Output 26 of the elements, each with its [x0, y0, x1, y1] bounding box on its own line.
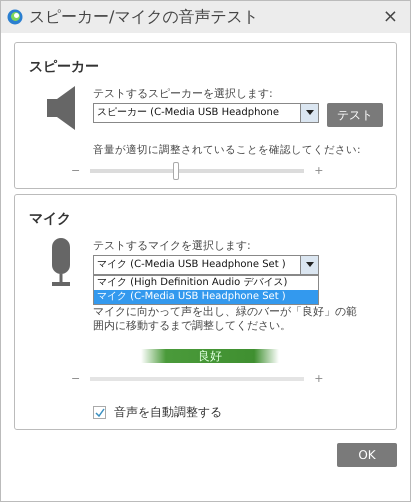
ok-button[interactable]: OK: [337, 443, 397, 468]
caret-icon: [306, 110, 314, 115]
dropdown-option[interactable]: マイク (High Definition Audio デバイス): [94, 276, 318, 290]
microphone-icon: [50, 238, 72, 288]
plus-sign: +: [314, 370, 324, 387]
caret-icon: [306, 262, 314, 268]
window-title: スピーカー/マイクの音声テスト: [29, 6, 260, 28]
checkbox[interactable]: [93, 406, 106, 419]
select-label: テストするマイクを選択します:: [93, 238, 252, 254]
section-heading: マイク: [29, 210, 72, 230]
instructions-text: マイクに向かって声を出し、緑のバーが「良好」の範囲内に移動するまで調整してください。: [93, 304, 358, 333]
close-button[interactable]: ×: [378, 8, 402, 26]
slider-thumb[interactable]: [172, 162, 179, 180]
plus-sign: +: [314, 163, 324, 179]
level-meter: 良好: [141, 348, 279, 363]
checkbox-label: 音声を自動調整する: [114, 404, 222, 422]
test-button[interactable]: テスト: [327, 102, 383, 126]
select-label: テストするスピーカーを選択します:: [93, 86, 274, 102]
minus-sign: −: [71, 370, 80, 387]
speaker-select[interactable]: スピーカー (C-Media USB Headphone: [93, 102, 319, 122]
app-icon: [7, 9, 23, 25]
volume-label: 音量が適切に調整されていることを確認してください:: [93, 142, 362, 158]
minus-sign: −: [71, 163, 80, 179]
microphone-select[interactable]: マイク (C-Media USB Headphone Set ): [93, 254, 319, 275]
section-heading: スピーカー: [29, 58, 100, 77]
speaker-icon: [47, 86, 75, 130]
